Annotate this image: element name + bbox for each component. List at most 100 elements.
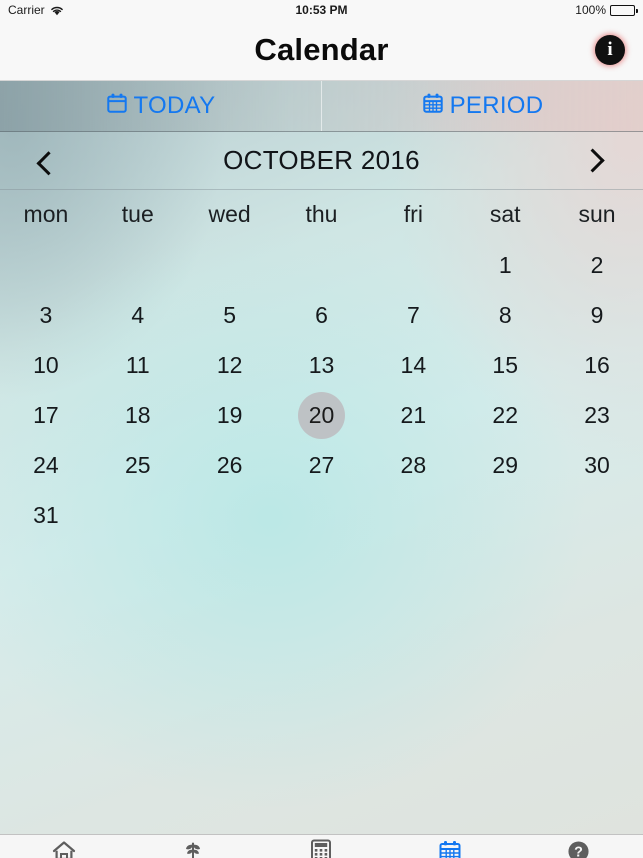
status-bar-left: Carrier — [8, 3, 64, 17]
calendar-day-cell[interactable]: 6 — [276, 290, 368, 340]
segment-today-label: TODAY — [133, 92, 216, 119]
calendar-day-number: 28 — [400, 451, 427, 478]
tab-calendar[interactable]: CALENDAR — [386, 835, 515, 858]
calendar-day-number: 19 — [216, 401, 243, 428]
segment-period[interactable]: PERIOD — [321, 81, 643, 131]
calendar-day-number: 5 — [223, 301, 237, 328]
calendar-day-cell[interactable]: 11 — [92, 340, 184, 390]
calendar-day-number: 16 — [584, 351, 610, 378]
tab-calculator[interactable]: CALCULATOR — [257, 835, 386, 858]
calendar-day-cell[interactable]: 8 — [459, 290, 551, 340]
calendar-day-number: 12 — [216, 351, 243, 378]
calendar-day-number: 17 — [33, 401, 59, 428]
calendar-day-number: 24 — [33, 451, 59, 478]
calendar-day-cell[interactable]: 7 — [367, 290, 459, 340]
calendar-icon — [438, 839, 462, 858]
tab-nutrition[interactable]: NUTRITION — [129, 835, 258, 858]
calendar-day-cell[interactable]: 10 — [0, 340, 92, 390]
calendar-day-number: 30 — [584, 451, 610, 478]
calendar-day-cell[interactable]: 25 — [92, 440, 184, 490]
calendar-day-cell[interactable]: 20 — [276, 390, 368, 440]
calendar-day-cell[interactable]: 19 — [184, 390, 276, 440]
calendar-day-cell[interactable]: 28 — [367, 440, 459, 490]
calendar-day-number: 27 — [308, 451, 335, 478]
calendar-day-cell[interactable]: 22 — [459, 390, 551, 440]
tab-home[interactable]: HOME — [0, 835, 129, 858]
calendar-day-number: 10 — [33, 351, 59, 378]
calendar-day-cell[interactable]: 3 — [0, 290, 92, 340]
calendar-day-number: 18 — [124, 401, 151, 428]
calendar-day-cell[interactable]: 14 — [367, 340, 459, 390]
calendar-day-cell[interactable]: 12 — [184, 340, 276, 390]
calendar-day-cell[interactable]: 29 — [459, 440, 551, 490]
calendar-day-cell[interactable]: 27 — [276, 440, 368, 490]
carrier-label: Carrier — [8, 3, 45, 17]
home-icon — [52, 839, 76, 858]
calendar-day-cell[interactable]: 17 — [0, 390, 92, 440]
calendar-day-cell[interactable]: 30 — [551, 440, 643, 490]
segmented-control: TODAY PERIOD — [0, 81, 643, 132]
weekday-label-mon: mon — [23, 200, 69, 227]
calendar-day-cell[interactable]: 18 — [92, 390, 184, 440]
app-window: Carrier 10:53 PM 100% Calendar i TODAY P… — [0, 0, 643, 858]
calendar-day-cell[interactable]: 9 — [551, 290, 643, 340]
calendar-day-empty — [276, 240, 368, 290]
calendar-icon — [106, 92, 128, 121]
calendar-day-cell[interactable]: 24 — [0, 440, 92, 490]
calendar-day-cell[interactable]: 13 — [276, 340, 368, 390]
calendar-day-number: 6 — [315, 301, 328, 328]
status-bar-time: 10:53 PM — [295, 3, 348, 17]
weekday-label-wed: wed — [208, 200, 251, 227]
calendar-day-cell[interactable]: 16 — [551, 340, 643, 390]
svg-text:?: ? — [574, 844, 583, 858]
calendar-day-cell[interactable]: 31 — [0, 490, 92, 540]
leaf-icon — [181, 839, 205, 858]
chevron-left-icon — [35, 151, 61, 176]
status-bar-right: 100% — [575, 3, 638, 17]
wifi-icon — [50, 5, 64, 16]
next-month-button[interactable] — [573, 139, 617, 183]
calendar-day-number: 22 — [492, 401, 518, 428]
previous-month-button[interactable] — [26, 139, 70, 183]
calendar-day-number: 11 — [125, 351, 150, 378]
calendar-day-number: 8 — [498, 301, 512, 328]
calendar-day-number: 21 — [400, 401, 427, 428]
calendar-day-number: 20 — [308, 401, 335, 428]
calendar-day-cell[interactable]: 23 — [551, 390, 643, 440]
weekday-label-tue: tue — [121, 200, 154, 227]
weekday-label-fri: fri — [403, 200, 423, 227]
calendar-day-cell[interactable]: 5 — [184, 290, 276, 340]
calendar-day-cell[interactable]: 4 — [92, 290, 184, 340]
weekday-header-row: mon tue wed thu fri sat sun — [0, 190, 643, 238]
weekday-label-sat: sat — [489, 200, 521, 227]
calendar-day-number: 3 — [39, 301, 53, 328]
battery-percent-label: 100% — [575, 3, 606, 17]
calendar-day-empty — [367, 240, 459, 290]
segment-today[interactable]: TODAY — [0, 81, 321, 131]
info-button[interactable]: i — [595, 35, 625, 65]
page-title: Calendar — [254, 32, 389, 67]
calendar-day-cell[interactable]: 15 — [459, 340, 551, 390]
calendar-day-cell[interactable]: 26 — [184, 440, 276, 490]
status-bar: Carrier 10:53 PM 100% — [0, 0, 643, 20]
calendar-day-number: 23 — [584, 401, 610, 428]
calendar-content: TODAY PERIOD OCTOBER 2016 mon tue wed th… — [0, 81, 643, 834]
calendar-day-number: 2 — [590, 251, 604, 278]
calendar-day-number: 4 — [131, 301, 145, 328]
month-title: OCTOBER 2016 — [223, 145, 420, 175]
calendar-day-cell[interactable]: 21 — [367, 390, 459, 440]
tab-quiz[interactable]: ? QUIZ — [514, 835, 643, 858]
calendar-day-cell[interactable]: 1 — [459, 240, 551, 290]
calendar-day-number: 7 — [406, 301, 420, 328]
calendar-day-number: 9 — [590, 301, 604, 328]
weekday-label-thu: thu — [305, 200, 338, 227]
month-navigation-bar: OCTOBER 2016 — [0, 132, 643, 190]
calendar-day-cell[interactable]: 2 — [551, 240, 643, 290]
calendar-day-number: 29 — [492, 451, 518, 478]
calendar-day-number: 15 — [492, 351, 518, 378]
calendar-grid-icon — [422, 92, 444, 121]
calendar-day-number: 31 — [33, 501, 59, 528]
tab-bar: HOME NUTRITION — [0, 834, 643, 858]
info-circle-icon: i — [607, 38, 613, 60]
question-circle-icon: ? — [567, 839, 590, 858]
